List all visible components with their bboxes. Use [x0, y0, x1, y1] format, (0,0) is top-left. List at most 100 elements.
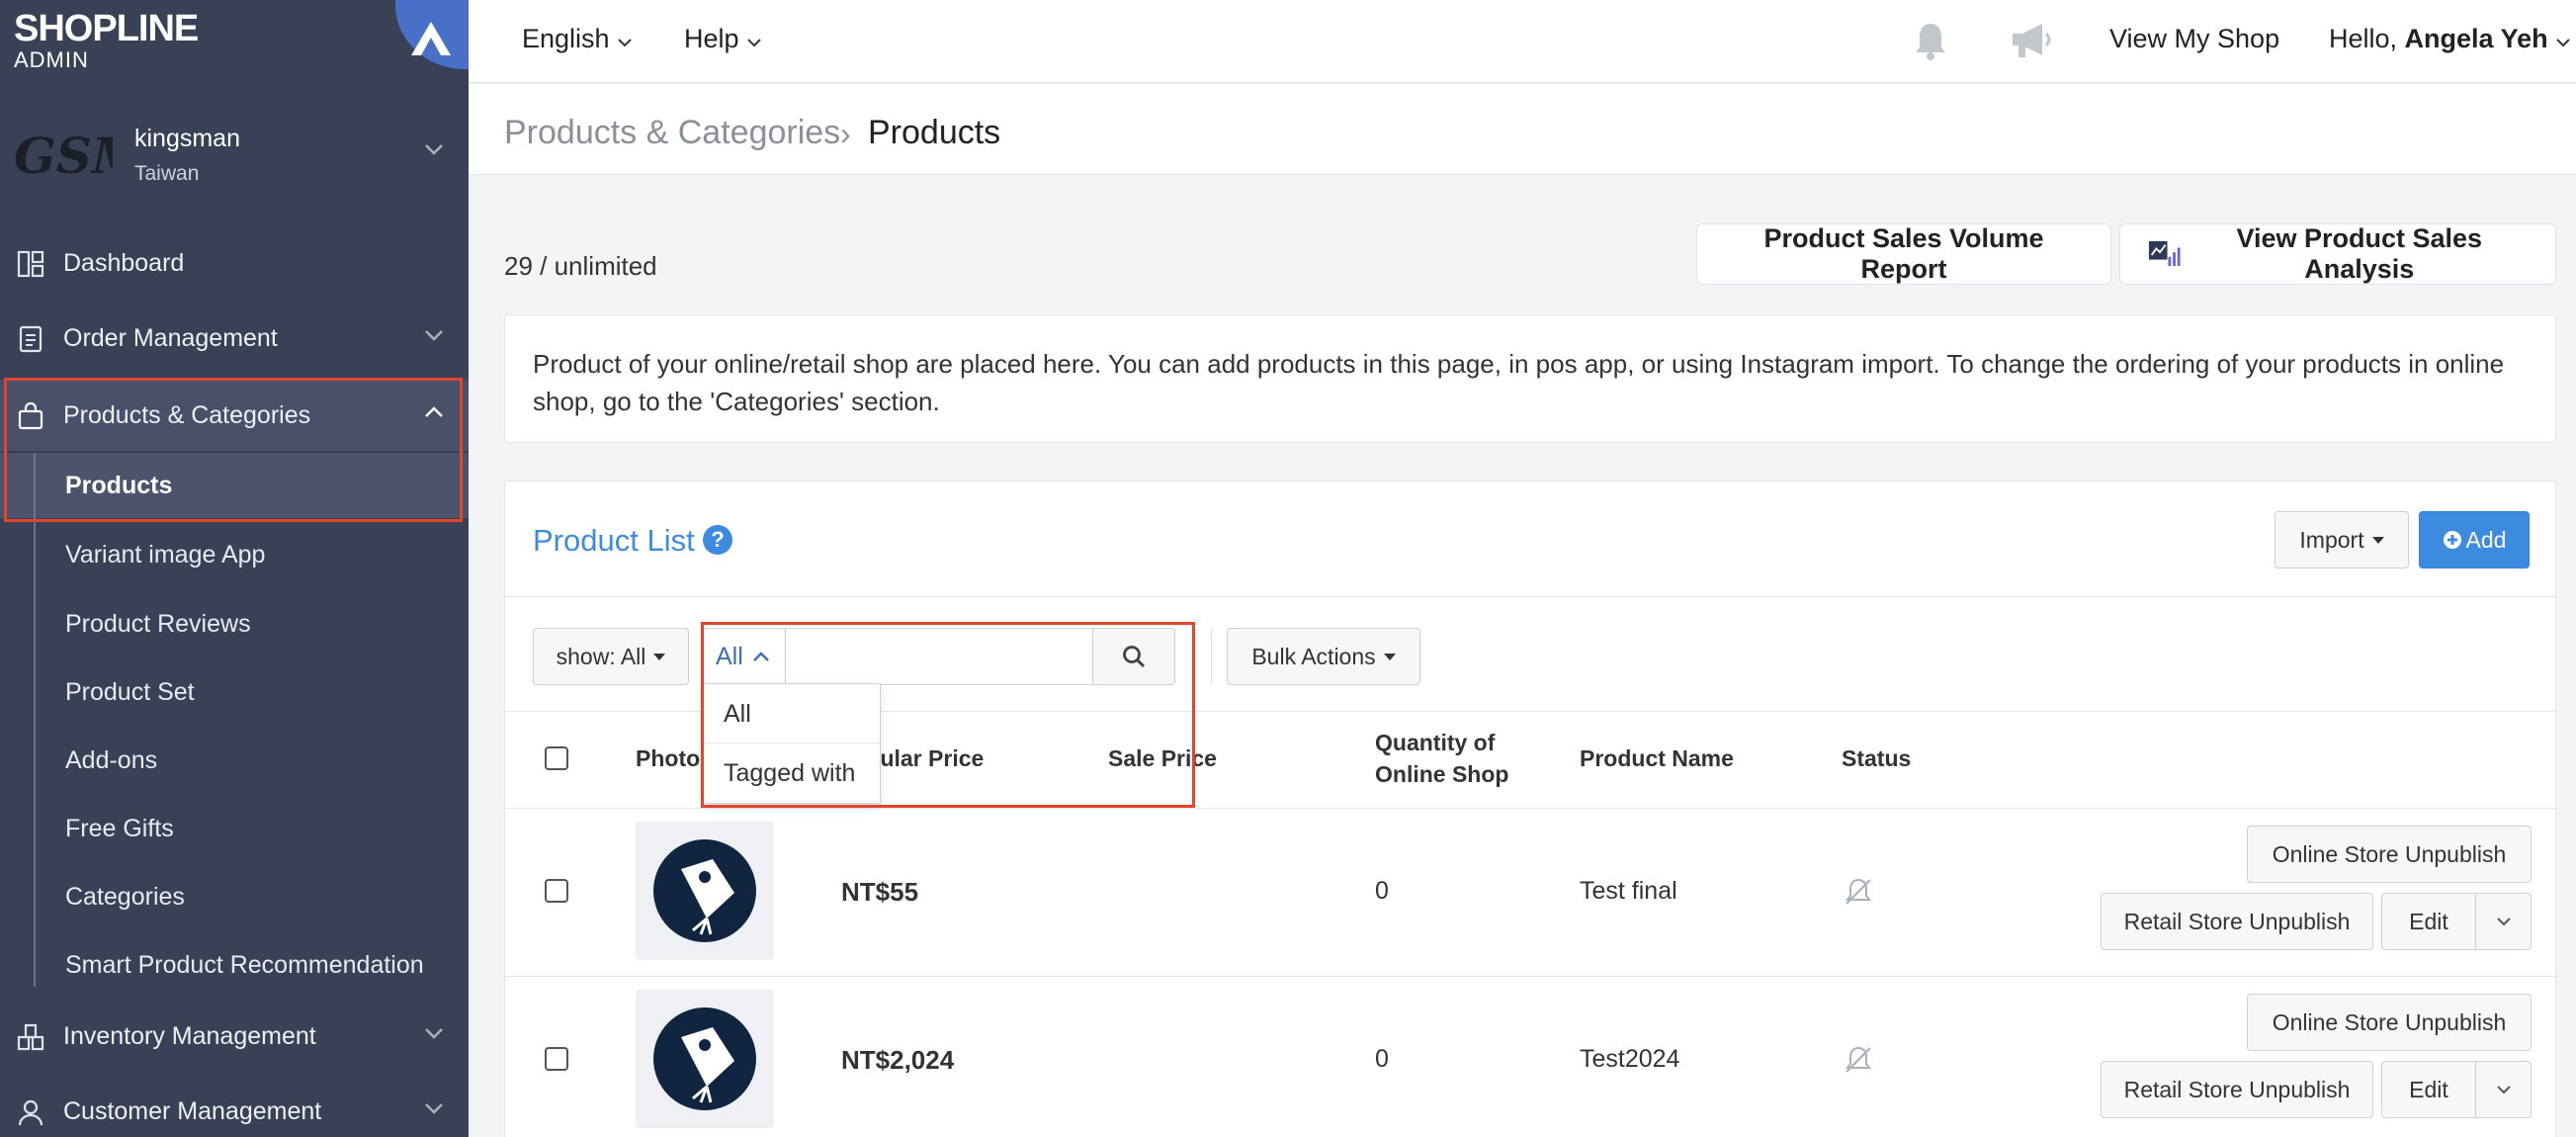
search-icon: [1123, 646, 1146, 668]
subnav-smart-product-recommendation[interactable]: Smart Product Recommendation: [65, 951, 424, 980]
retail-store-unpublish-button[interactable]: Retail Store Unpublish: [2101, 893, 2373, 950]
row-price: NT$2,024: [841, 1045, 955, 1075]
online-store-unpublish-label: Online Store Unpublish: [2272, 840, 2507, 867]
caret-down-icon: [1383, 653, 1396, 660]
row-product-name[interactable]: Test2024: [1580, 1045, 1679, 1074]
header-quantity[interactable]: Quantity of Online Shop: [1375, 727, 1508, 790]
dashboard-icon: [17, 250, 44, 278]
bell-off-icon: [1846, 878, 1871, 905]
help-menu[interactable]: Help: [684, 24, 762, 54]
nav-customer-management-label: Customer Management: [63, 1096, 322, 1125]
edit-button[interactable]: Edit: [2381, 1061, 2476, 1118]
tag-logo-icon: [653, 1007, 756, 1110]
search-button[interactable]: [1092, 628, 1175, 685]
chevron-down-icon: [425, 1028, 443, 1039]
select-all-checkbox[interactable]: [545, 746, 568, 770]
product-count: 29 / unlimited: [504, 251, 657, 281]
import-button[interactable]: Import: [2275, 511, 2409, 568]
megaphone-icon[interactable]: [2007, 18, 2058, 63]
online-store-unpublish-button[interactable]: Online Store Unpublish: [2247, 994, 2532, 1051]
nav-dashboard[interactable]: Dashboard: [0, 227, 469, 299]
add-label: Add: [2465, 526, 2507, 553]
subnav-free-gifts[interactable]: Free Gifts: [65, 815, 174, 843]
info-text: Product of your online/retail shop are p…: [533, 349, 2505, 416]
help-circle-icon[interactable]: ?: [703, 525, 732, 555]
row-checkbox[interactable]: [545, 1047, 568, 1071]
header-quantity-line1: Quantity of: [1375, 730, 1496, 755]
subnav-product-set[interactable]: Product Set: [65, 678, 195, 707]
chevron-down-icon: [747, 39, 761, 47]
nav-inventory-management[interactable]: Inventory Management: [0, 1001, 469, 1072]
online-store-unpublish-label: Online Store Unpublish: [2272, 1008, 2507, 1035]
subnav-add-ons[interactable]: Add-ons: [65, 746, 157, 775]
shop-region: Taiwan: [134, 162, 200, 185]
help-label: Help: [684, 24, 739, 53]
mountain-logo-icon: [411, 22, 451, 55]
chevron-down-icon: [425, 1103, 443, 1114]
nav-customer-management[interactable]: Customer Management: [0, 1076, 469, 1137]
product-photo[interactable]: [636, 822, 774, 960]
retail-store-unpublish-label: Retail Store Unpublish: [2123, 908, 2351, 934]
add-button[interactable]: Add: [2419, 511, 2530, 568]
brand-badge: [395, 0, 469, 69]
show-filter-button[interactable]: show: All: [533, 628, 689, 685]
caret-down-icon: [653, 653, 666, 660]
header-product-name[interactable]: Product Name: [1580, 743, 1734, 774]
product-list-title: Product List: [533, 523, 695, 558]
subnav-guide-line: [34, 453, 36, 987]
retail-store-unpublish-label: Retail Store Unpublish: [2123, 1076, 2351, 1102]
language-label: English: [522, 24, 610, 53]
nav-dashboard-label: Dashboard: [63, 248, 185, 277]
dropdown-option-all[interactable]: All: [704, 684, 880, 743]
product-sales-volume-report-button[interactable]: Product Sales Volume Report: [1696, 223, 2111, 285]
search-input[interactable]: [785, 628, 1093, 685]
row-more-button[interactable]: [2475, 1061, 2532, 1118]
tag-logo-icon: [653, 839, 756, 942]
search-scope-select[interactable]: All: [703, 628, 786, 685]
nav-order-management-label: Order Management: [63, 323, 278, 352]
bulk-actions-button[interactable]: Bulk Actions: [1227, 628, 1420, 685]
brand-logo: SHOPLINE: [14, 8, 199, 49]
shop-switcher[interactable]: GSM kingsman Taiwan: [0, 107, 469, 206]
product-photo[interactable]: [636, 990, 774, 1128]
import-label: Import: [2299, 526, 2364, 553]
retail-store-unpublish-button[interactable]: Retail Store Unpublish: [2101, 1061, 2373, 1118]
breadcrumb: Products & Categories › Products: [469, 84, 2576, 175]
chevron-down-icon: [425, 144, 443, 155]
view-my-shop-link[interactable]: View My Shop: [2109, 24, 2279, 54]
topbar: English Help View My Shop Hello, Angela …: [469, 0, 2576, 83]
breadcrumb-separator: ›: [840, 116, 851, 151]
dropdown-option-tagged-with[interactable]: Tagged with: [704, 743, 880, 803]
subnav-categories[interactable]: Categories: [65, 883, 185, 912]
view-product-sales-analysis-button[interactable]: View Product Sales Analysis: [2119, 223, 2556, 285]
breadcrumb-parent[interactable]: Products & Categories: [504, 114, 840, 152]
subnav-product-reviews[interactable]: Product Reviews: [65, 610, 251, 639]
inventory-icon: [17, 1023, 44, 1051]
row-checkbox[interactable]: [545, 879, 568, 903]
brand[interactable]: SHOPLINE ADMIN: [14, 8, 199, 71]
page-title: Products: [868, 114, 1001, 151]
edit-button[interactable]: Edit: [2381, 893, 2476, 950]
online-store-unpublish-button[interactable]: Online Store Unpublish: [2247, 826, 2532, 883]
bell-icon[interactable]: [1908, 18, 1953, 63]
product-list-card: Product List ? Import Add show: All All …: [504, 481, 2557, 1137]
shop-logo: GSM: [14, 127, 113, 185]
row-more-button[interactable]: [2475, 893, 2532, 950]
divider: [505, 808, 2557, 809]
caret-down-icon: [2371, 536, 2384, 544]
chevron-down-icon: [425, 330, 443, 341]
view-product-sales-analysis-label: View Product Sales Analysis: [2236, 223, 2483, 284]
show-filter-label: show: All: [556, 643, 646, 669]
user-menu[interactable]: Hello, Angela Yeh: [2329, 24, 2571, 54]
subnav-variant-image-app[interactable]: Variant image App: [65, 541, 265, 569]
user-icon: [18, 1099, 43, 1126]
chevron-down-icon: [2496, 1086, 2511, 1094]
language-selector[interactable]: English: [522, 24, 633, 54]
header-sale-price[interactable]: Sale Price: [1108, 743, 1217, 774]
chevron-down-icon: [2556, 39, 2570, 47]
divider: [505, 976, 2557, 977]
edit-label: Edit: [2409, 908, 2448, 934]
row-quantity: 0: [1375, 1045, 1389, 1073]
nav-order-management[interactable]: Order Management: [0, 303, 469, 374]
row-product-name[interactable]: Test final: [1580, 877, 1677, 906]
